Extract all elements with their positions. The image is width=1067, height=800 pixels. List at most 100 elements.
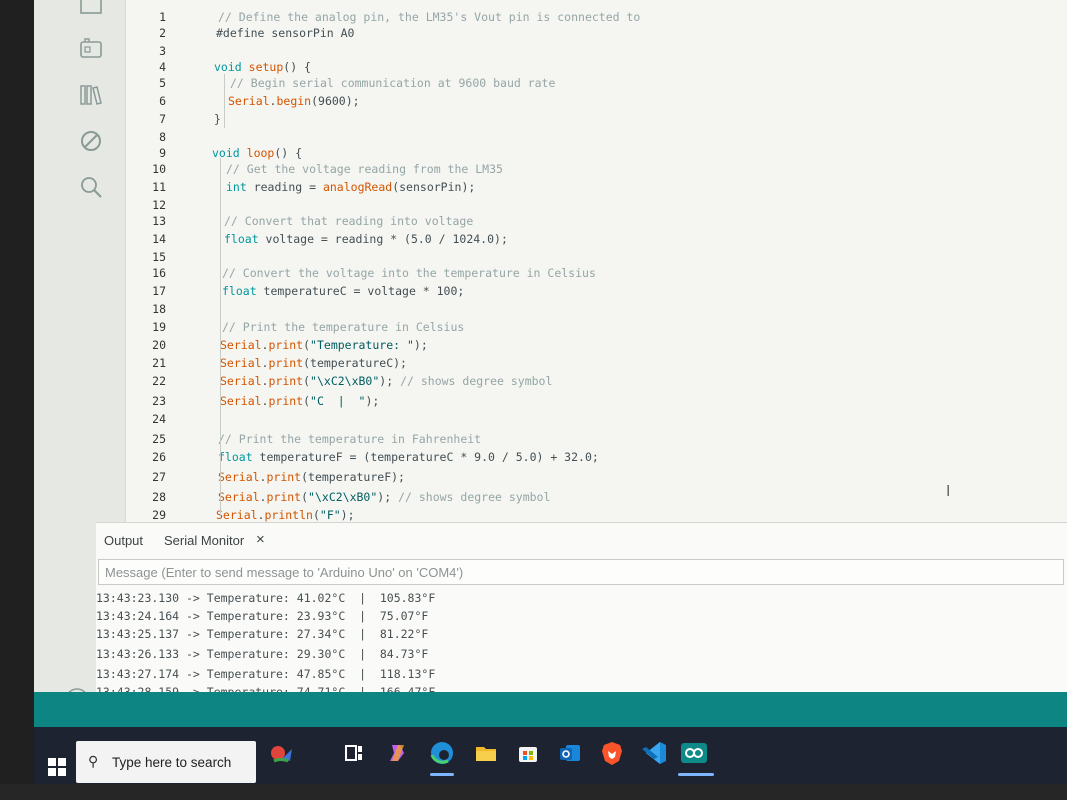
- code-token: (: [303, 374, 311, 388]
- serial-output-line: 13:43:26.133 -> Temperature: 29.30°C | 8…: [96, 647, 429, 661]
- indent-guide: [224, 74, 225, 128]
- brave-icon[interactable]: [596, 737, 628, 769]
- close-icon[interactable]: ×: [256, 531, 265, 548]
- line-number: 14: [152, 232, 166, 246]
- code-token: );: [413, 338, 428, 352]
- windows-taskbar: ⚲ Type here to search: [34, 727, 1067, 784]
- code-token: begin: [276, 94, 312, 108]
- code-line: // Convert the voltage into the temperat…: [222, 266, 596, 280]
- line-number: 28: [152, 490, 166, 504]
- tab-serial-monitor[interactable]: Serial Monitor: [164, 533, 244, 548]
- code-token: );: [377, 490, 399, 504]
- code-line: // Get the voltage reading from the LM35: [226, 162, 503, 176]
- line-number: 29: [152, 508, 166, 522]
- line-number: 11: [152, 180, 166, 194]
- line-number: 19: [152, 320, 166, 334]
- code-line: }: [214, 112, 221, 126]
- code-editor[interactable]: 1 2 3 4 5 6 7 8 9 10 11 12 13 14 15 16 17 18 19 20 21 22 23 24 2…: [126, 0, 1067, 522]
- code-token: loop: [246, 146, 275, 160]
- code-token: Serial: [218, 470, 260, 484]
- text-cursor-icon: I: [946, 482, 951, 500]
- code-token: (temperatureF);: [301, 470, 405, 484]
- code-token: // Print the temperature in Celsius: [222, 320, 465, 334]
- code-token: // Get the voltage reading from the LM35: [226, 162, 503, 176]
- vscode-icon[interactable]: [638, 737, 670, 769]
- task-view-icon[interactable]: [338, 737, 370, 769]
- code-line: void loop() {: [212, 146, 302, 160]
- line-number: 9: [159, 146, 166, 160]
- code-token: (9600);: [311, 94, 360, 108]
- code-line: int reading = analogRead(sensorPin);: [226, 180, 475, 194]
- sketchbook-icon[interactable]: [78, 0, 104, 18]
- code-token: Serial: [220, 338, 262, 352]
- news-widget-icon[interactable]: [266, 737, 298, 769]
- code-line: Serial.print(temperatureF);: [218, 470, 405, 484]
- code-token: // Begin serial communication at 9600 ba…: [230, 76, 556, 90]
- copilot-icon[interactable]: [382, 737, 414, 769]
- code-token: // shows degree symbol: [398, 490, 551, 504]
- line-number: 24: [152, 412, 166, 426]
- code-line: float temperatureC = voltage * 100;: [222, 284, 464, 298]
- microsoft-store-icon[interactable]: [512, 737, 544, 769]
- edge-icon[interactable]: [426, 737, 458, 769]
- panel-tabs: Output Serial Monitor ×: [96, 523, 1067, 557]
- taskbar-search-placeholder: Type here to search: [112, 755, 232, 770]
- arduino-ide-window: 1 2 3 4 5 6 7 8 9 10 11 12 13 14 15 16 17 18 19 20 21 22 23 24 2…: [34, 0, 1067, 784]
- line-number: 21: [152, 356, 166, 370]
- boards-manager-icon[interactable]: [78, 36, 104, 62]
- code-token: "\xC2\xB0": [310, 374, 380, 388]
- line-number: 23: [152, 394, 166, 408]
- line-number: 20: [152, 338, 166, 352]
- tab-output[interactable]: Output: [104, 533, 143, 548]
- code-token: int: [226, 180, 247, 194]
- code-line: float temperatureF = (temperatureC * 9.0…: [218, 450, 599, 464]
- serial-output-line: 13:43:27.174 -> Temperature: 47.85°C | 1…: [96, 667, 436, 681]
- code-line: // Convert that reading into voltage: [224, 214, 473, 228]
- code-token: print: [268, 394, 304, 408]
- file-explorer-icon[interactable]: [470, 737, 502, 769]
- code-token: // Convert that reading into voltage: [224, 214, 474, 228]
- serial-output-line: 13:43:24.164 -> Temperature: 23.93°C | 7…: [96, 609, 429, 623]
- code-token: );: [379, 374, 401, 388]
- code-token: () {: [274, 146, 303, 160]
- code-line: Serial.print("Temperature: ");: [220, 338, 428, 352]
- serial-message-input[interactable]: [98, 559, 1064, 585]
- code-token: Serial: [220, 374, 262, 388]
- code-token: float: [224, 232, 259, 246]
- code-token: void: [214, 60, 242, 74]
- line-number: 27: [152, 470, 166, 484]
- code-line: // Define the analog pin, the LM35's Vou…: [218, 10, 640, 24]
- line-number: 10: [152, 162, 166, 176]
- code-line: Serial.print("\xC2\xB0"); // shows degre…: [220, 374, 552, 388]
- code-token: print: [268, 356, 304, 370]
- arduino-ide-icon[interactable]: [678, 737, 710, 769]
- code-line: // Begin serial communication at 9600 ba…: [230, 76, 555, 90]
- code-line: void setup() {: [214, 60, 311, 74]
- search-icon[interactable]: [78, 174, 104, 200]
- line-number: 7: [159, 112, 166, 126]
- windows-start-button[interactable]: [48, 758, 66, 776]
- code-token: float: [222, 284, 257, 298]
- line-number: 4: [159, 60, 166, 74]
- line-number: 8: [159, 130, 166, 144]
- code-line: Serial.print("C | ");: [220, 394, 379, 408]
- code-token: // Define the analog pin, the LM35's Vou…: [218, 10, 641, 24]
- code-token: analogRead: [322, 180, 393, 194]
- code-token: (: [301, 490, 309, 504]
- code-token: float: [218, 450, 253, 464]
- code-line: Serial.begin(9600);: [228, 94, 360, 108]
- code-token: void: [212, 146, 240, 160]
- code-line: // Print the temperature in Fahrenheit: [218, 432, 481, 446]
- line-number: 3: [159, 44, 166, 58]
- taskbar-search-box[interactable]: ⚲ Type here to search: [76, 741, 256, 783]
- line-number-gutter: 1 2 3 4 5 6 7 8 9 10 11 12 13 14 15 16 17 18 19 20 21 22 23 24 2…: [126, 0, 170, 522]
- outlook-icon[interactable]: [554, 737, 586, 769]
- code-token: #define sensorPin A0: [216, 26, 355, 40]
- line-number: 26: [152, 450, 166, 464]
- code-token: print: [268, 374, 304, 388]
- code-token: "Temperature: ": [310, 338, 414, 352]
- code-token: print: [268, 338, 304, 352]
- debug-icon[interactable]: [78, 128, 104, 154]
- library-manager-icon[interactable]: [78, 82, 104, 108]
